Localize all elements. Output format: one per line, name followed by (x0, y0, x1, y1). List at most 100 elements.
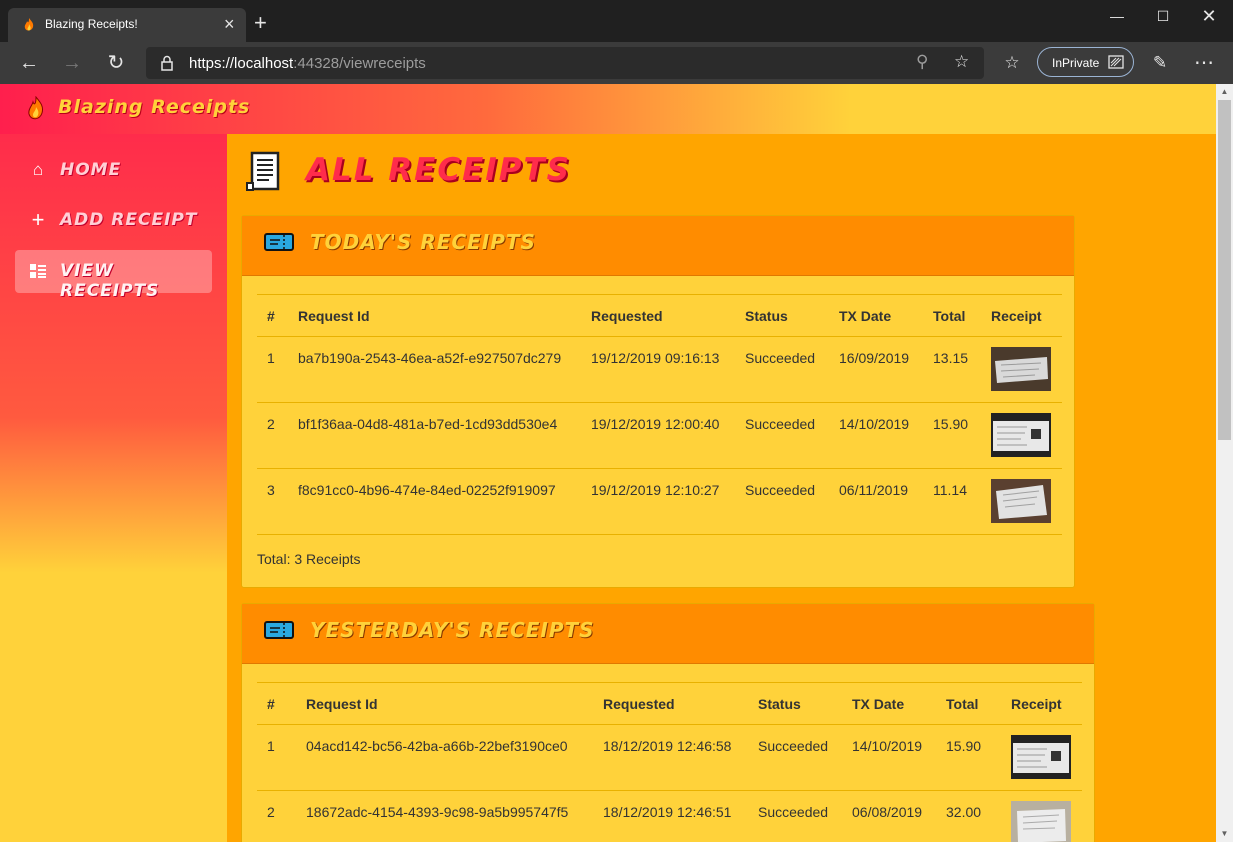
minimize-icon[interactable]: — (1094, 4, 1140, 28)
status: Succeeded (735, 468, 829, 535)
total: 13.15 (923, 336, 981, 403)
sidebar-nav: ⌂ Home + Add Receipt View Receipts (0, 134, 227, 842)
request-id: f8c91cc0-4b96-474e-84ed-02252f919097 (288, 468, 581, 535)
nav-item-home[interactable]: ⌂ Home (15, 149, 212, 192)
yesterdays-receipts-card: Yesterday's Receipts # Request Id Reques… (241, 603, 1095, 842)
tx-date: 06/11/2019 (829, 468, 923, 535)
request-id: 04acd142-bc56-42ba-a66b-22bef3190ce0 (296, 724, 593, 791)
total: 32.00 (936, 790, 1001, 842)
lock-icon (161, 55, 173, 71)
column-header: Request Id (288, 294, 581, 337)
table-header-row: # Request Id Requested Status TX Date To… (257, 294, 1062, 337)
tx-date: 16/09/2019 (829, 336, 923, 403)
request-id: bf1f36aa-04d8-481a-b7ed-1cd93dd530e4 (288, 402, 581, 469)
url-host: https://localhost (189, 55, 294, 72)
url-path: :44328/viewreceipts (293, 55, 426, 72)
nav-item-view-receipts[interactable]: View Receipts (15, 250, 212, 301)
total: 15.90 (936, 724, 1001, 791)
requested-date: 18/12/2019 12:46:58 (593, 724, 748, 791)
settings-menu-icon[interactable]: ⋯ (1192, 51, 1216, 75)
column-header: # (257, 294, 288, 337)
nav-label-view-receipts: View Receipts (60, 261, 160, 301)
scroll-document-icon (246, 151, 280, 191)
flame-logo-icon (28, 96, 43, 120)
receipts-total-count: Total: 3 Receipts (257, 551, 361, 567)
scroll-up-icon[interactable]: ▲ (1216, 84, 1233, 100)
column-header: Status (748, 682, 842, 725)
receipt-thumbnail[interactable] (1011, 735, 1071, 779)
page-scrollbar[interactable]: ▲ ▼ (1216, 84, 1233, 842)
column-header: Receipt (981, 294, 1062, 337)
requested-date: 19/12/2019 12:10:27 (581, 468, 735, 535)
receipt-thumbnail[interactable] (1011, 801, 1071, 842)
receipt-thumbnail[interactable] (991, 347, 1051, 391)
nav-item-add-receipt[interactable]: + Add Receipt (15, 199, 212, 242)
receipt-thumbnail[interactable] (991, 413, 1051, 457)
row-number: 3 (257, 468, 288, 535)
tab-title: Blazing Receipts! (45, 17, 138, 31)
request-id: 18672adc-4154-4393-9c98-9a5b995747f5 (296, 790, 593, 842)
maximize-icon[interactable]: ☐ (1140, 4, 1186, 28)
nav-label-add-receipt: Add Receipt (60, 210, 198, 230)
table-row: 2 bf1f36aa-04d8-481a-b7ed-1cd93dd530e4 1… (257, 402, 1062, 469)
todays-receipts-table: # Request Id Requested Status TX Date To… (257, 294, 1062, 535)
back-icon[interactable]: ← (17, 51, 41, 75)
forward-icon[interactable]: → (60, 51, 84, 75)
table-row: 3 f8c91cc0-4b96-474e-84ed-02252f919097 1… (257, 468, 1062, 535)
request-id: ba7b190a-2543-46ea-a52f-e927507dc279 (288, 336, 581, 403)
requested-date: 19/12/2019 09:16:13 (581, 336, 735, 403)
row-number: 2 (257, 790, 296, 842)
zoom-icon[interactable]: ⚲ (916, 52, 928, 72)
table-row: 1 04acd142-bc56-42ba-a66b-22bef3190ce0 1… (257, 724, 1082, 791)
favorite-star-icon[interactable]: ☆ (954, 52, 969, 72)
favorites-icon[interactable]: ☆ (1000, 51, 1024, 75)
receipt-thumbnail[interactable] (991, 479, 1051, 523)
todays-receipts-card: Today's Receipts # Request Id Requested … (241, 215, 1075, 588)
status: Succeeded (748, 790, 842, 842)
column-header: TX Date (829, 294, 923, 337)
column-header: Status (735, 294, 829, 337)
requested-date: 18/12/2019 12:46:51 (593, 790, 748, 842)
scrollbar-thumb[interactable] (1218, 100, 1231, 440)
row-number: 1 (257, 336, 288, 403)
browser-titlebar: Blazing Receipts! × + — ☐ ✕ (0, 0, 1233, 42)
tx-date: 14/10/2019 (842, 724, 936, 791)
site-header: Blazing Receipts (0, 84, 1216, 134)
column-header: Request Id (296, 682, 593, 725)
card-title: Yesterday's Receipts (310, 618, 595, 642)
row-number: 2 (257, 402, 288, 469)
column-header: Requested (593, 682, 748, 725)
scroll-down-icon[interactable]: ▼ (1216, 826, 1233, 842)
browser-toolbar: ← → ↻ https://localhost:44328/viewreceip… (0, 42, 1233, 84)
status: Succeeded (735, 336, 829, 403)
row-number: 1 (257, 724, 296, 791)
requested-date: 19/12/2019 12:00:40 (581, 402, 735, 469)
refresh-icon[interactable]: ↻ (104, 51, 128, 75)
total: 11.14 (923, 468, 981, 535)
close-window-icon[interactable]: ✕ (1186, 4, 1232, 28)
browser-tab[interactable]: Blazing Receipts! × (8, 8, 246, 42)
card-title: Today's Receipts (310, 230, 536, 254)
table-header-row: # Request Id Requested Status TX Date To… (257, 682, 1082, 725)
brand-name[interactable]: Blazing Receipts (58, 96, 250, 118)
table-row: 1 ba7b190a-2543-46ea-a52f-e927507dc279 1… (257, 336, 1062, 403)
address-bar[interactable]: https://localhost:44328/viewreceipts ⚲ ☆ (146, 47, 984, 79)
inprivate-label: InPrivate (1052, 56, 1100, 70)
column-header: Total (936, 682, 1001, 725)
flame-icon (24, 18, 34, 31)
feedback-icon[interactable]: ✎ (1148, 51, 1172, 75)
status: Succeeded (735, 402, 829, 469)
close-tab-icon[interactable]: × (224, 14, 235, 34)
list-icon (30, 264, 46, 278)
new-tab-icon[interactable]: + (254, 12, 267, 34)
column-header: # (257, 682, 296, 725)
column-header: TX Date (842, 682, 936, 725)
page-title: All Receipts (306, 152, 571, 188)
plus-icon: + (31, 207, 45, 232)
tx-date: 14/10/2019 (829, 402, 923, 469)
tx-date: 06/08/2019 (842, 790, 936, 842)
ticket-icon (264, 621, 294, 639)
inprivate-badge[interactable]: InPrivate (1037, 47, 1134, 77)
total: 15.90 (923, 402, 981, 469)
card-header: Yesterday's Receipts (242, 604, 1094, 664)
